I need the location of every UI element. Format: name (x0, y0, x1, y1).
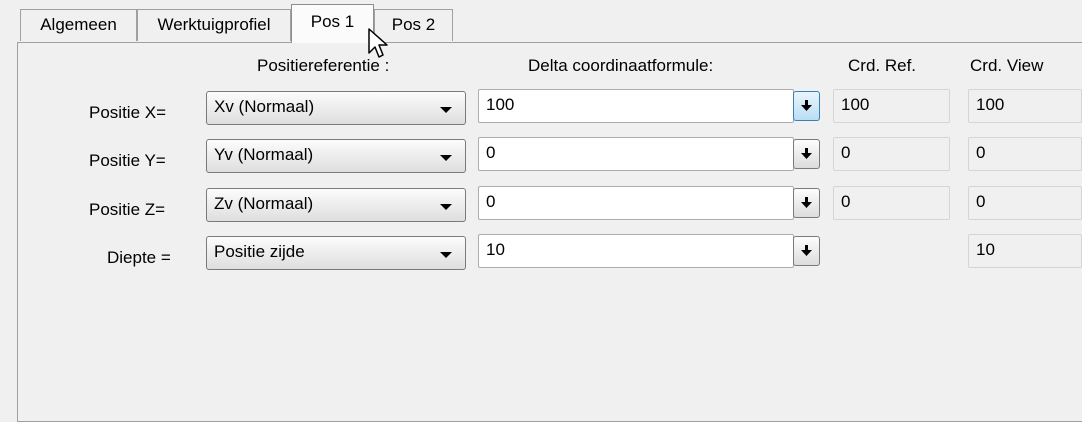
value: 0 (841, 143, 851, 162)
position-reference-y-select[interactable]: Yv (Normaal) (206, 139, 466, 173)
formula-y-button[interactable] (793, 139, 820, 169)
chevron-down-icon (440, 107, 452, 113)
formula-x-input[interactable]: 100 (478, 89, 794, 123)
arrow-down-icon (801, 197, 812, 208)
row-label-diepte: Diepte = (107, 248, 171, 267)
header-delta-formula: Delta coordinaatformule: (528, 56, 714, 75)
crd-ref-y: 0 (833, 137, 950, 171)
chevron-down-icon (440, 155, 452, 161)
arrow-down-icon (801, 148, 812, 159)
position-reference-x-select[interactable]: Xv (Normaal) (206, 91, 466, 125)
cursor-icon (368, 28, 388, 58)
row-label-positie-z: Positie Z= (89, 200, 166, 219)
select-value: Yv (Normaal) (214, 145, 314, 164)
crd-view-depth: 10 (968, 234, 1082, 268)
row-label-positie-x: Positie X= (89, 103, 167, 122)
row-label-positie-y: Positie Y= (89, 151, 166, 170)
header-crd-view: Crd. View (970, 56, 1044, 75)
formula-z-button[interactable] (793, 188, 820, 218)
value: 0 (976, 143, 986, 162)
formula-depth-input[interactable]: 10 (478, 234, 794, 268)
input-value: 10 (486, 240, 505, 259)
value: 0 (976, 192, 986, 211)
value: 0 (841, 192, 851, 211)
tab-algemeen[interactable]: Algemeen (20, 9, 137, 41)
select-value: Xv (Normaal) (214, 97, 315, 116)
select-value: Positie zijde (214, 242, 305, 261)
input-value: 100 (486, 95, 515, 114)
input-value: 0 (486, 143, 496, 162)
chevron-down-icon (440, 252, 452, 258)
arrow-down-icon (801, 100, 812, 111)
header-crd-ref: Crd. Ref. (848, 56, 917, 75)
tab-pos-1[interactable]: Pos 1 (291, 4, 374, 43)
crd-ref-x: 100 (833, 89, 950, 123)
chevron-down-icon (440, 204, 452, 210)
input-value: 0 (486, 192, 496, 211)
position-reference-depth-select[interactable]: Positie zijde (206, 236, 466, 270)
tab-werktuigprofiel[interactable]: Werktuigprofiel (137, 9, 291, 41)
value: 100 (841, 95, 870, 114)
formula-y-input[interactable]: 0 (478, 137, 794, 171)
formula-z-input[interactable]: 0 (478, 186, 794, 220)
position-reference-z-select[interactable]: Zv (Normaal) (206, 188, 466, 222)
crd-view-y: 0 (968, 137, 1082, 171)
formula-x-button[interactable] (793, 91, 820, 121)
select-value: Zv (Normaal) (214, 194, 314, 213)
value: 10 (976, 240, 995, 259)
crd-view-z: 0 (968, 186, 1082, 220)
crd-view-x: 100 (968, 89, 1082, 123)
arrow-down-icon (801, 245, 812, 256)
formula-depth-button[interactable] (793, 236, 820, 266)
crd-ref-z: 0 (833, 186, 950, 220)
value: 100 (976, 95, 1005, 114)
